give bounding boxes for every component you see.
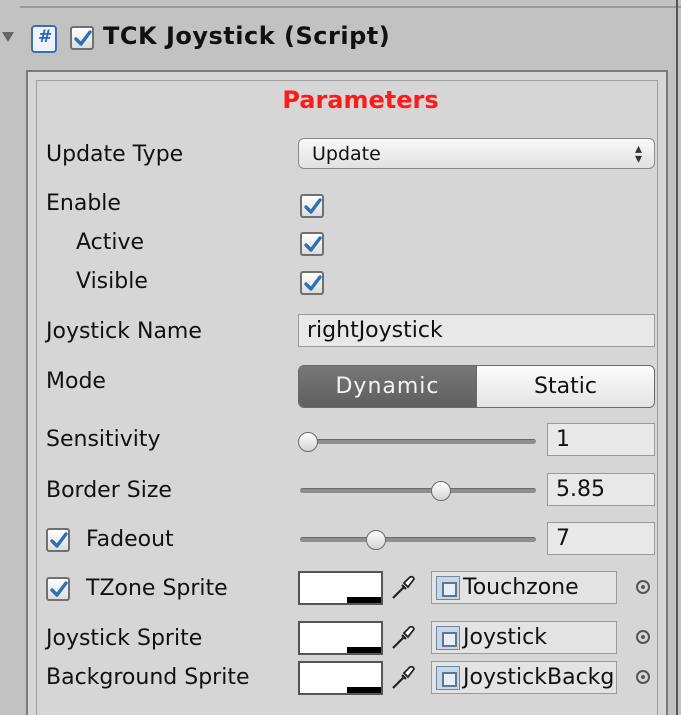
background-sprite-label: Background Sprite	[46, 665, 250, 690]
checkmark-icon	[304, 236, 322, 252]
joystick-color-swatch[interactable]	[298, 621, 383, 655]
mode-option-static[interactable]: Static	[476, 366, 654, 407]
script-icon	[31, 25, 57, 53]
tzone-color-swatch[interactable]	[298, 571, 383, 605]
joystick-name-field[interactable]: rightJoystick	[298, 314, 655, 347]
slider-thumb[interactable]	[366, 530, 386, 550]
joystick-name-label: Joystick Name	[46, 319, 202, 344]
alpha-bar	[347, 647, 381, 653]
active-checkbox[interactable]	[300, 232, 324, 256]
sensitivity-label: Sensitivity	[46, 427, 161, 452]
object-picker-icon[interactable]	[636, 580, 650, 594]
border-size-label: Border Size	[46, 478, 172, 503]
joystick-sprite-label: Joystick Sprite	[46, 626, 203, 651]
sensitivity-field[interactable]: 1	[547, 423, 655, 456]
tzone-sprite-label: TZone Sprite	[86, 576, 228, 601]
fadeout-label: Fadeout	[86, 527, 174, 552]
checkmark-icon	[304, 198, 322, 214]
eyedropper-icon[interactable]	[389, 664, 417, 692]
fadeout-value: 7	[556, 526, 570, 551]
tzone-sprite-checkbox[interactable]	[46, 577, 70, 601]
alpha-bar	[347, 687, 381, 693]
object-picker-icon[interactable]	[636, 630, 650, 644]
foldout-arrow-icon[interactable]	[2, 32, 14, 42]
mode-label: Mode	[46, 369, 106, 394]
component-enabled-checkbox[interactable]	[70, 26, 94, 50]
mode-option-dynamic[interactable]: Dynamic	[299, 366, 476, 407]
component-title: TCK Joystick (Script)	[103, 22, 391, 50]
update-type-value: Update	[312, 143, 381, 165]
eyedropper-icon[interactable]	[389, 574, 417, 602]
section-heading: Parameters	[282, 86, 439, 114]
inspector-top-divider	[0, 0, 681, 715]
update-type-label: Update Type	[46, 142, 184, 167]
update-type-dropdown[interactable]: Update ▴ ▾	[298, 138, 655, 169]
enable-checkbox[interactable]	[300, 194, 324, 218]
checkmark-icon	[304, 275, 322, 291]
dropdown-arrows-icon: ▴ ▾	[634, 141, 642, 167]
checkmark-icon	[50, 532, 68, 548]
background-color-swatch[interactable]	[298, 661, 383, 695]
slider-track	[300, 439, 536, 444]
fadeout-slider[interactable]	[298, 528, 536, 552]
border-size-field[interactable]: 5.85	[547, 473, 655, 506]
checkmark-icon	[50, 581, 68, 597]
component-header[interactable]: TCK Joystick (Script)	[0, 14, 681, 62]
alpha-bar	[347, 597, 381, 603]
slider-thumb[interactable]	[431, 481, 451, 501]
background-sprite-object-field[interactable]: JoystickBackground	[431, 661, 617, 694]
border-size-value: 5.85	[556, 477, 605, 502]
joystick-sprite-object-field[interactable]: Joystick	[431, 621, 617, 654]
fadeout-field[interactable]: 7	[547, 522, 655, 555]
visible-label: Visible	[76, 269, 148, 294]
tzone-sprite-object-field[interactable]: Touchzone	[431, 571, 617, 604]
sprite-icon	[436, 666, 460, 690]
sensitivity-slider[interactable]	[298, 430, 536, 454]
mode-segmented-control[interactable]: Dynamic Static	[298, 365, 655, 408]
tzone-sprite-value: Touchzone	[463, 575, 579, 600]
slider-thumb[interactable]	[298, 432, 318, 452]
sprite-icon	[436, 626, 460, 650]
slider-track	[300, 488, 536, 493]
fadeout-checkbox[interactable]	[46, 528, 70, 552]
checkmark-icon	[74, 30, 92, 46]
slider-track	[300, 537, 536, 542]
active-label: Active	[76, 230, 145, 255]
background-sprite-value: JoystickBackground	[463, 665, 616, 690]
joystick-sprite-value: Joystick	[463, 625, 548, 650]
eyedropper-icon[interactable]	[389, 624, 417, 652]
border-size-slider[interactable]	[298, 479, 536, 503]
enable-label: Enable	[46, 191, 121, 216]
visible-checkbox[interactable]	[300, 271, 324, 295]
object-picker-icon[interactable]	[636, 670, 650, 684]
sprite-icon	[436, 576, 460, 600]
sensitivity-value: 1	[556, 427, 570, 452]
divider-line	[20, 6, 681, 8]
joystick-name-value: rightJoystick	[307, 318, 443, 343]
